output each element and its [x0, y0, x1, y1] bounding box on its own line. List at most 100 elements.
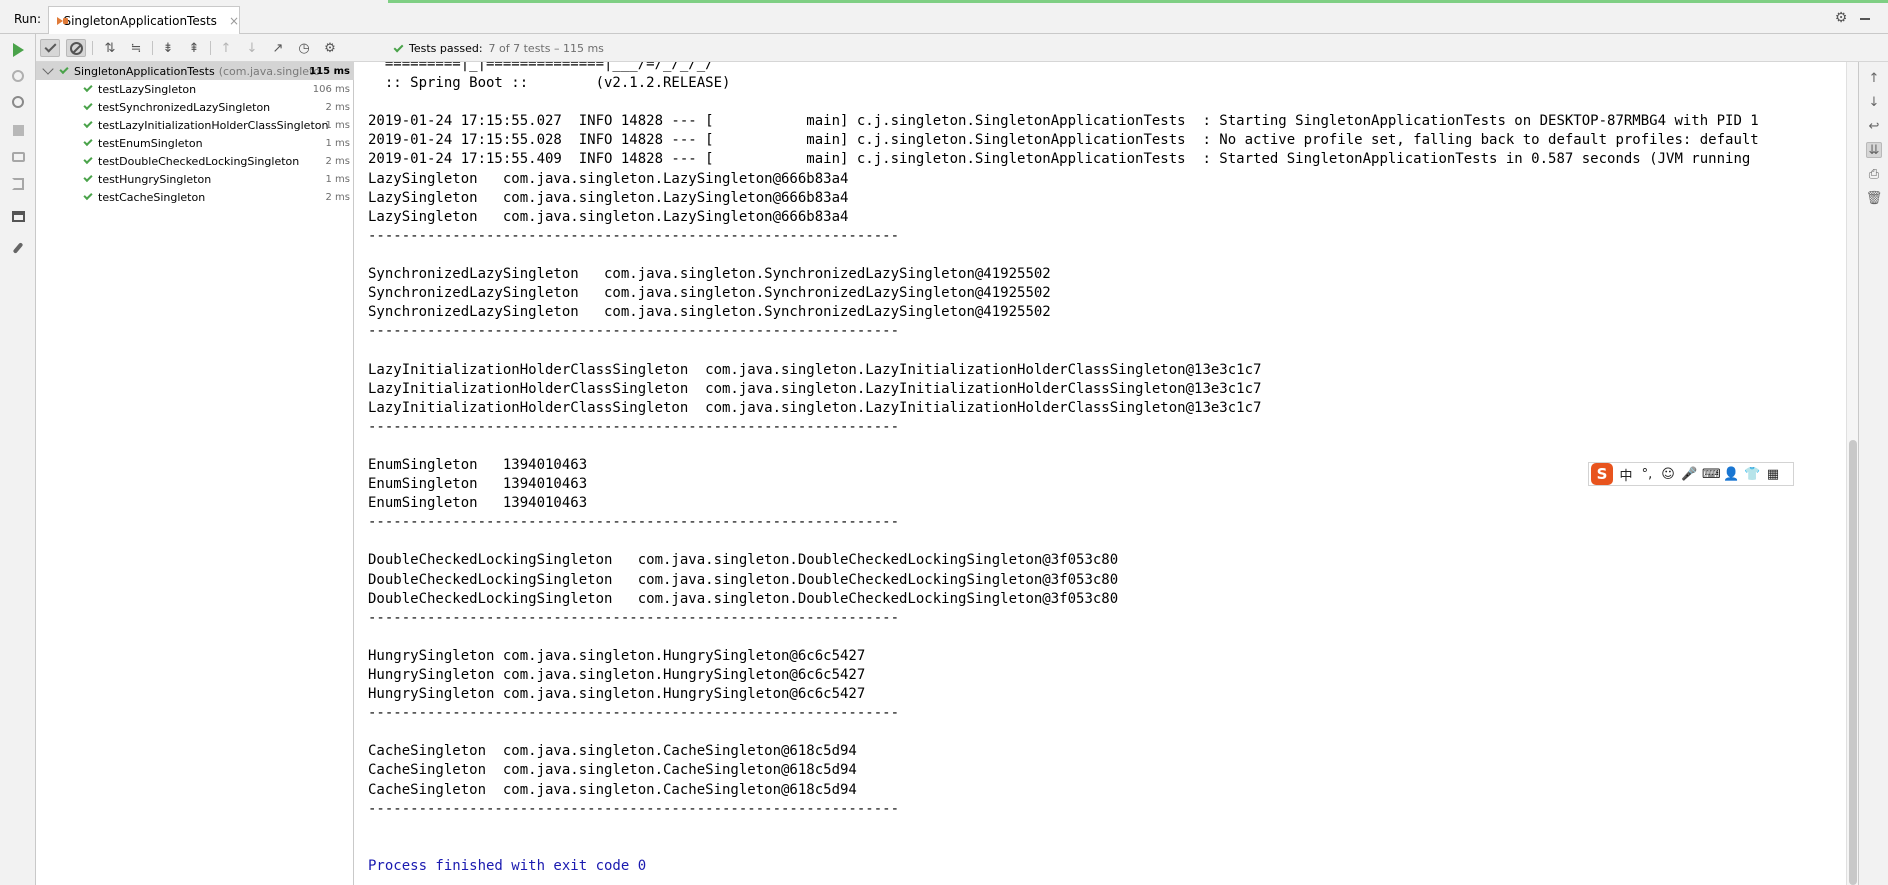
- test-time: 1 ms: [325, 137, 351, 149]
- console-line: ----------------------------------------…: [368, 609, 900, 626]
- test-runner-toolbar: ⇅ ≒ ⇟ ⇞ ↑ ↓ ↗ ◷ ⚙ Tests passed: 7 of 7 t…: [36, 34, 1888, 62]
- export-icon[interactable]: ↗: [268, 39, 288, 57]
- console-line: 2019-01-24 17:15:55.409 INFO 14828 --- […: [368, 151, 1751, 168]
- test-time: 2 ms: [325, 191, 351, 203]
- ime-punctuation[interactable]: °,: [1639, 467, 1655, 482]
- console-line: :: Spring Boot :: (v2.1.2.RELEASE): [368, 75, 731, 92]
- tree-root-row[interactable]: SingletonApplicationTests (com.java.sing…: [36, 62, 354, 80]
- test-results-tree: SingletonApplicationTests (com.java.sing…: [36, 62, 354, 885]
- up-arrow-icon[interactable]: ↑: [1866, 70, 1882, 86]
- test-row[interactable]: testSynchronizedLazySingleton 2 ms: [36, 98, 354, 116]
- console-line: CacheSingleton com.java.singleton.CacheS…: [368, 781, 857, 798]
- console-line: 2019-01-24 17:15:55.027 INFO 14828 --- […: [368, 113, 1759, 130]
- console-line: 2019-01-24 17:15:55.028 INFO 14828 --- […: [368, 132, 1759, 149]
- collapse-all-icon[interactable]: ⇞: [184, 39, 204, 57]
- console-line: ----------------------------------------…: [368, 514, 900, 531]
- ime-chinese-mode[interactable]: 中: [1618, 465, 1634, 484]
- test-row[interactable]: testEnumSingleton 1 ms: [36, 134, 354, 152]
- left-toolbar: [0, 34, 36, 885]
- close-icon[interactable]: ×: [229, 14, 239, 28]
- console-line: LazySingleton com.java.singleton.LazySin…: [368, 170, 849, 187]
- scroll-to-end-icon[interactable]: ⇊: [1866, 142, 1882, 158]
- previous-failed-icon[interactable]: ↑: [216, 39, 236, 57]
- console-line: SynchronizedLazySingleton com.java.singl…: [368, 304, 1051, 321]
- show-passed-icon[interactable]: [40, 39, 60, 57]
- skin-icon[interactable]: 👕: [1744, 467, 1760, 482]
- console-line: ----------------------------------------…: [368, 705, 900, 722]
- dump-threads-icon[interactable]: [10, 149, 26, 165]
- test-status-main: Tests passed:: [409, 42, 483, 55]
- print-icon[interactable]: ⎙: [1866, 166, 1882, 182]
- microphone-icon[interactable]: 🎤: [1681, 467, 1697, 482]
- trash-icon[interactable]: 🗑: [1866, 190, 1883, 206]
- console-line: LazyInitializationHolderClassSingleton c…: [368, 380, 1262, 397]
- console-line: EnumSingleton 1394010463: [368, 476, 588, 493]
- test-time: 106 ms: [312, 83, 350, 95]
- console-lines: =========|_|==============|___/=/_/_/_/ …: [368, 62, 1759, 876]
- test-time: 2 ms: [325, 155, 351, 167]
- history-icon[interactable]: ◷: [294, 39, 314, 57]
- ime-logo[interactable]: S: [1591, 463, 1613, 485]
- console-line: LazySingleton com.java.singleton.LazySin…: [368, 189, 849, 206]
- rerun-failed-icon[interactable]: [10, 68, 26, 84]
- test-row[interactable]: testCacheSingleton 2 ms: [36, 188, 354, 206]
- console-line: HungrySingleton com.java.singleton.Hungr…: [368, 686, 866, 703]
- layout-icon[interactable]: [10, 208, 26, 224]
- grid-icon[interactable]: ▦: [1765, 467, 1781, 482]
- toggle-auto-test-icon[interactable]: [10, 94, 26, 110]
- console-line: CacheSingleton com.java.singleton.CacheS…: [368, 762, 857, 779]
- emoji-icon[interactable]: ☺: [1660, 467, 1676, 482]
- stop-icon[interactable]: [10, 122, 26, 138]
- soft-wrap-icon[interactable]: ↩: [1866, 118, 1882, 134]
- expand-all-icon[interactable]: ⇟: [158, 39, 178, 57]
- test-time: 1 ms: [325, 119, 351, 131]
- console-line: HungrySingleton com.java.singleton.Hungr…: [368, 667, 866, 683]
- run-config-tab[interactable]: SingletonApplicationTests ×: [48, 6, 240, 34]
- gear-icon[interactable]: ⚙: [1834, 11, 1848, 25]
- chevron-down-icon[interactable]: [42, 63, 54, 75]
- check-icon: [83, 154, 93, 165]
- run-config-tab-title: SingletonApplicationTests: [63, 13, 217, 28]
- console-line: LazyInitializationHolderClassSingleton c…: [368, 399, 1262, 416]
- next-failed-icon[interactable]: ↓: [242, 39, 262, 57]
- test-row[interactable]: testHungrySingleton 1 ms: [36, 170, 354, 188]
- check-icon: [83, 118, 93, 129]
- test-row[interactable]: testLazySingleton 106 ms: [36, 80, 354, 98]
- run-tool-window-header: Run: SingletonApplicationTests × ⚙: [0, 0, 1888, 34]
- tree-root-name: SingletonApplicationTests: [74, 64, 215, 78]
- test-time: 2 ms: [325, 101, 351, 113]
- test-name: testSynchronizedLazySingleton: [98, 100, 271, 114]
- check-icon: [393, 42, 404, 52]
- settings-icon[interactable]: ⚙: [320, 39, 340, 57]
- scrollbar-thumb[interactable]: [1849, 440, 1857, 885]
- test-row[interactable]: testLazyInitializationHolderClassSinglet…: [36, 116, 354, 134]
- test-name: testCacheSingleton: [98, 190, 206, 204]
- console-line: CacheSingleton com.java.singleton.CacheS…: [368, 743, 857, 760]
- console-line: ----------------------------------------…: [368, 800, 900, 817]
- console-line: DoubleCheckedLockingSingleton com.java.s…: [368, 552, 1119, 569]
- right-toolbar: ↑ ↓ ↩ ⇊ ⎙ 🗑: [1858, 62, 1888, 885]
- test-row[interactable]: testDoubleCheckedLockingSingleton 2 ms: [36, 152, 354, 170]
- pin-icon[interactable]: [10, 240, 26, 256]
- user-icon[interactable]: 👤: [1723, 467, 1739, 482]
- progress-accent-line: [388, 0, 1888, 3]
- play-icon[interactable]: [10, 42, 26, 58]
- test-status: Tests passed: 7 of 7 tests – 115 ms: [393, 42, 604, 55]
- sort-duration-icon[interactable]: ≒: [126, 39, 146, 57]
- show-ignored-icon[interactable]: [66, 39, 86, 57]
- test-name: testEnumSingleton: [98, 136, 203, 150]
- ime-toolbar[interactable]: S 中 °, ☺ 🎤 ⌨ 👤 👕 ▦: [1588, 462, 1794, 486]
- sort-alpha-icon[interactable]: ⇅: [100, 39, 120, 57]
- minimize-icon[interactable]: [1858, 11, 1872, 25]
- console-scrollbar[interactable]: [1846, 62, 1858, 885]
- console-line: EnumSingleton 1394010463: [368, 495, 588, 512]
- keyboard-icon[interactable]: ⌨: [1702, 467, 1721, 482]
- console-line: LazySingleton com.java.singleton.LazySin…: [368, 208, 849, 225]
- exit-icon[interactable]: [10, 176, 26, 192]
- down-arrow-icon[interactable]: ↓: [1866, 94, 1882, 110]
- console-line: DoubleCheckedLockingSingleton com.java.s…: [368, 590, 1119, 607]
- test-status-detail: 7 of 7 tests – 115 ms: [488, 42, 604, 55]
